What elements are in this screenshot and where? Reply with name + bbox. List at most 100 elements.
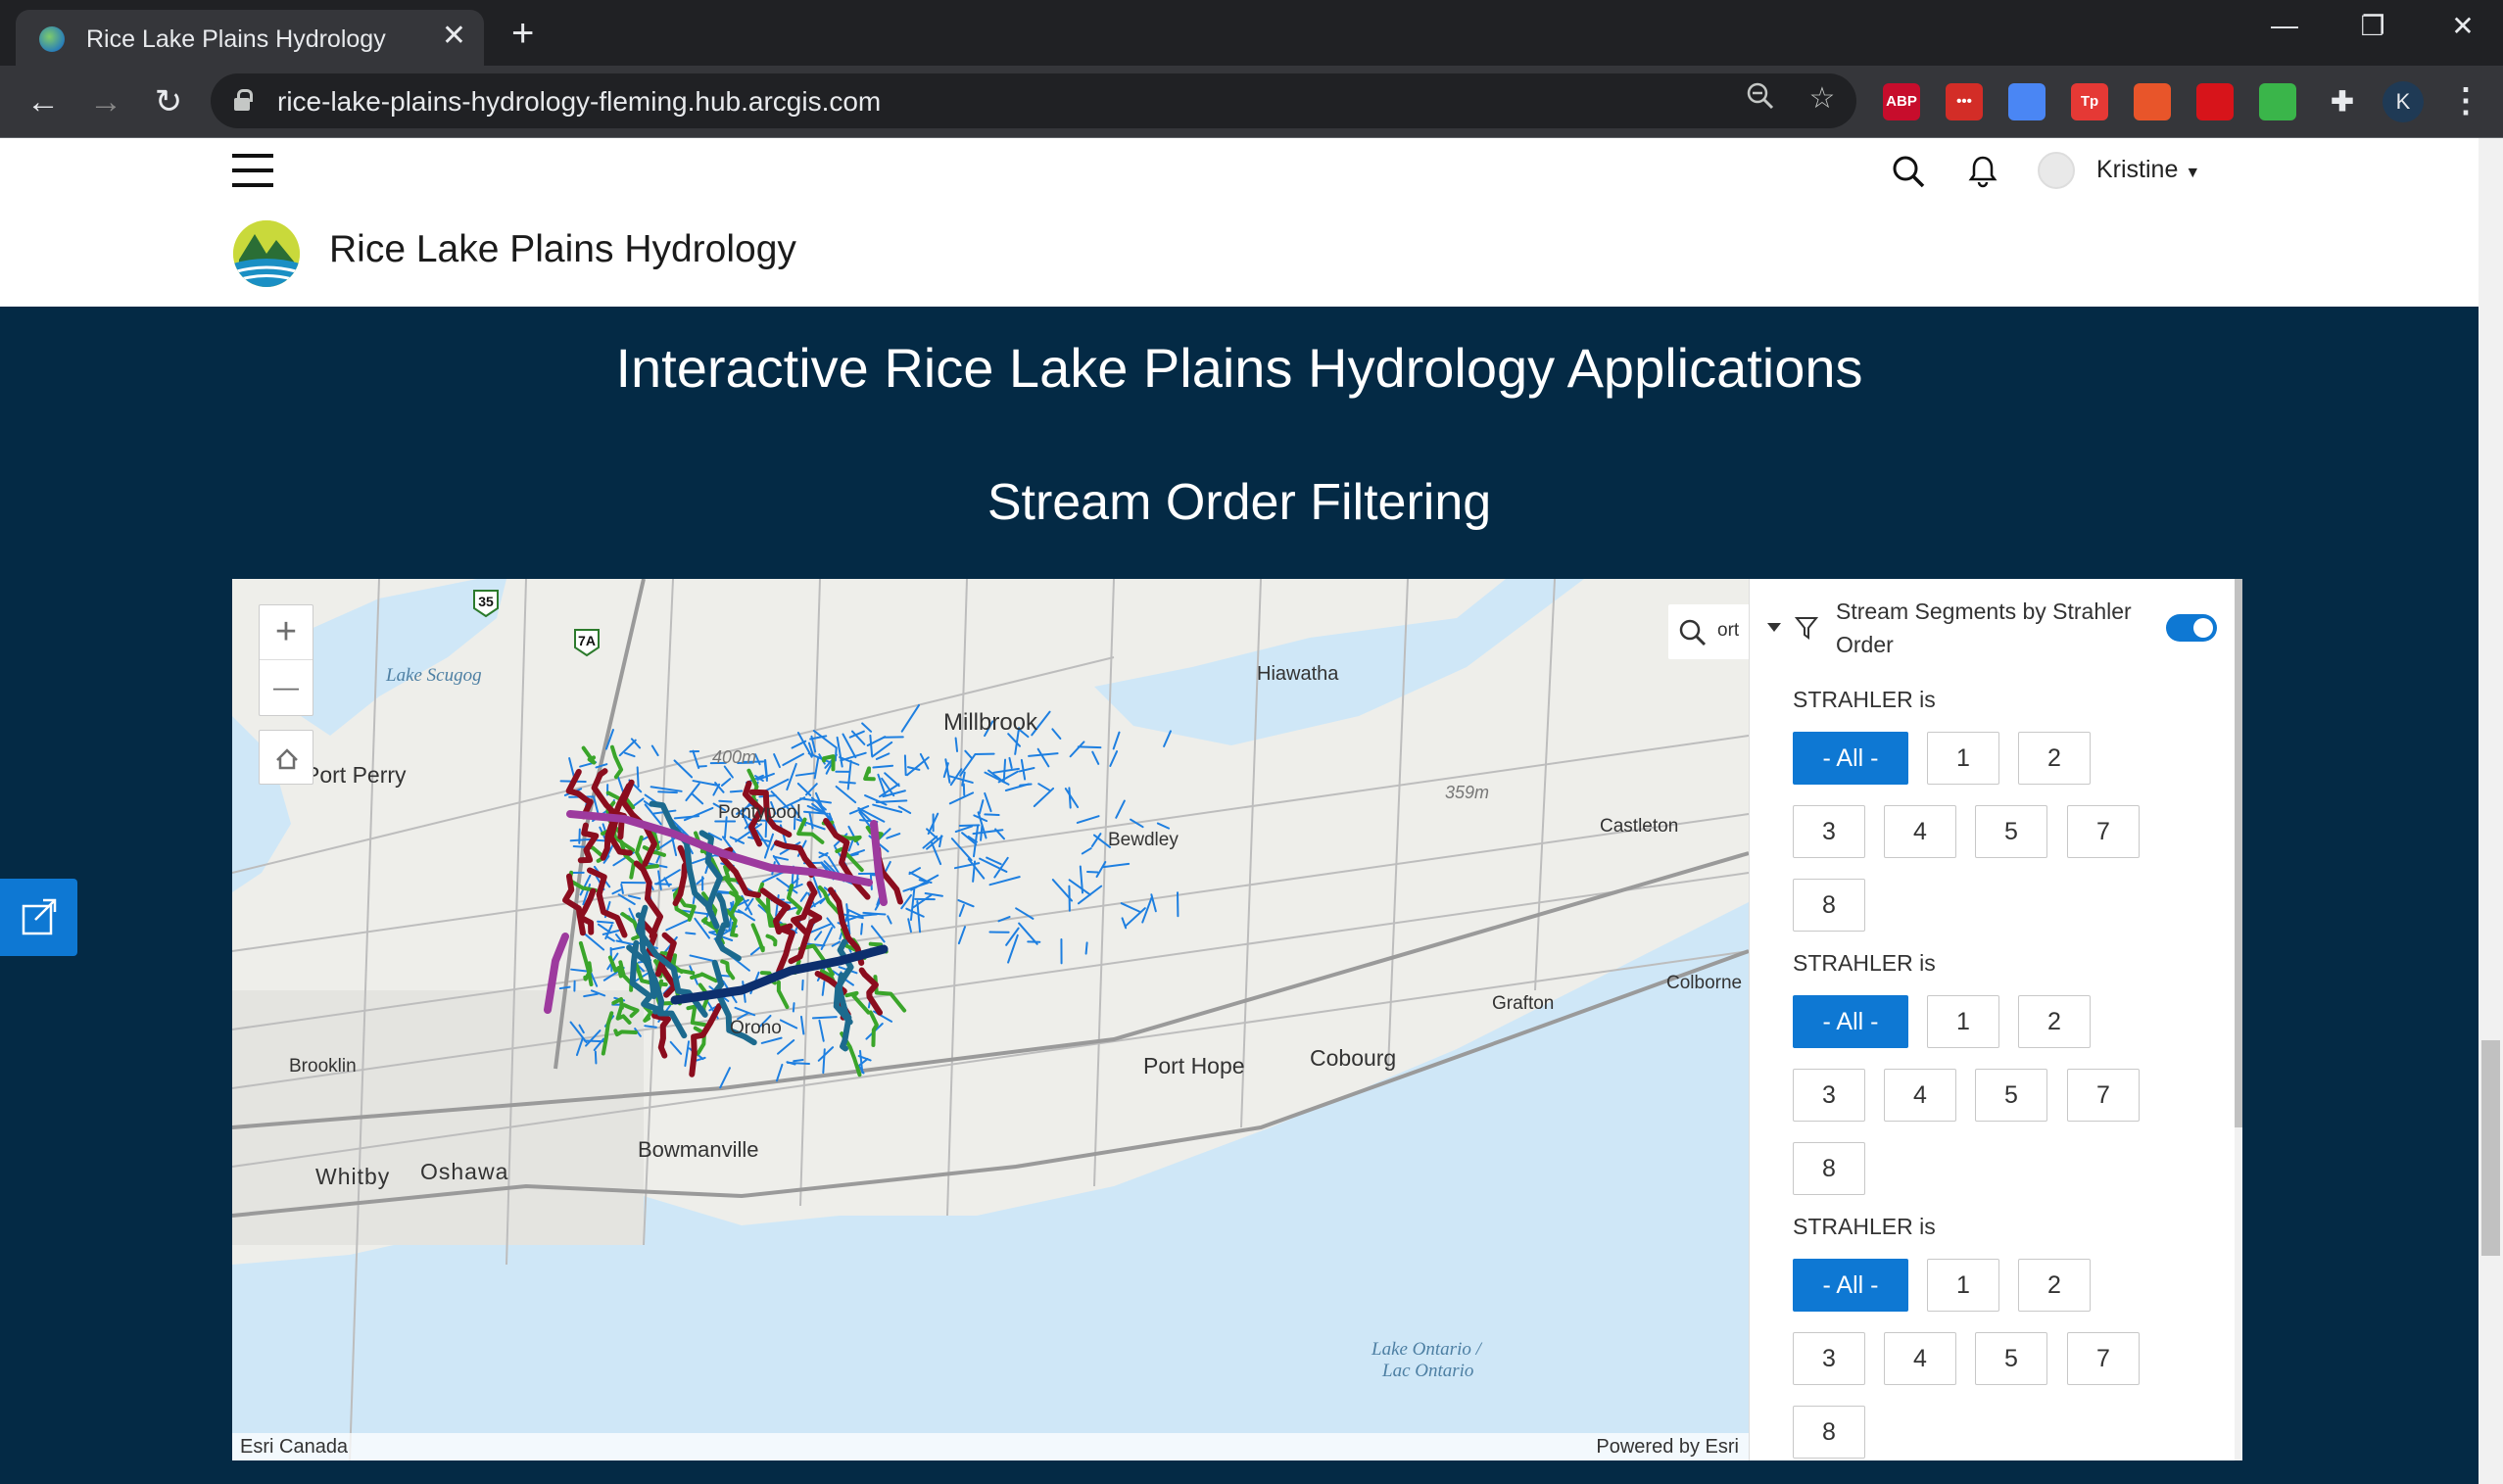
stream-order-1	[793, 1058, 804, 1063]
strahler-option-1[interactable]: 1	[1927, 1259, 1999, 1312]
green-ext-icon[interactable]	[2259, 83, 2296, 120]
map-label-millbrook: Millbrook	[943, 709, 1038, 736]
tp-icon[interactable]: Tp	[2071, 83, 2108, 120]
strahler-option-7[interactable]: 7	[2067, 805, 2140, 858]
strahler-option-7[interactable]: 7	[2067, 1069, 2140, 1122]
stream-order-1	[1156, 822, 1171, 830]
page-scrollbar-thumb[interactable]	[2481, 1040, 2500, 1256]
zoom-out-button[interactable]: —	[260, 660, 313, 715]
firefox-like-icon[interactable]	[2134, 83, 2171, 120]
home-button[interactable]	[259, 730, 313, 785]
strahler-option-4[interactable]: 4	[1884, 805, 1956, 858]
layer-toggle-switch[interactable]	[2166, 614, 2217, 642]
strahler-option-3[interactable]: 3	[1793, 1069, 1865, 1122]
zoom-out-magnifier-icon[interactable]	[1741, 81, 1780, 119]
site-title[interactable]: Rice Lake Plains Hydrology	[329, 228, 796, 271]
strahler-option-4[interactable]: 4	[1884, 1069, 1956, 1122]
map-view[interactable]: 35 7A Lake Scugog Millbrook Hiawatha Por…	[232, 579, 1749, 1460]
stream-order-1	[984, 813, 1000, 817]
adblock-plus-icon[interactable]: ABP	[1883, 83, 1920, 120]
highway-shield-7a: 7A	[574, 629, 600, 657]
puzzle-icon[interactable]: ✚	[2324, 83, 2361, 120]
back-arrow-icon[interactable]: ←	[22, 80, 65, 123]
hamburger-menu-icon[interactable]	[232, 154, 273, 187]
strahler-option-all[interactable]: - All -	[1793, 1259, 1908, 1312]
map-label-elev-359: 359m	[1445, 783, 1490, 802]
browser-tab[interactable]: Rice Lake Plains Hydrology ✕	[16, 10, 484, 66]
profile-avatar[interactable]: K	[2383, 81, 2424, 122]
strahler-option-2[interactable]: 2	[2018, 995, 2091, 1048]
stream-order-1	[597, 923, 612, 934]
strahler-option-3[interactable]: 3	[1793, 805, 1865, 858]
stream-order-1	[719, 1067, 731, 1089]
map-label-colborne: Colborne	[1666, 973, 1743, 993]
strahler-option-5[interactable]: 5	[1975, 805, 2047, 858]
bookmark-star-icon[interactable]: ☆	[1803, 81, 1842, 116]
new-tab-button[interactable]: +	[511, 14, 534, 53]
user-name: Kristine	[2096, 156, 2179, 183]
stream-order-1	[779, 1019, 798, 1029]
embedded-map-app: 35 7A Lake Scugog Millbrook Hiawatha Por…	[232, 579, 2242, 1460]
stream-order-1	[794, 772, 815, 777]
collapse-caret-icon[interactable]	[1767, 623, 1781, 632]
strahler-option-4[interactable]: 4	[1884, 1332, 1956, 1385]
stream-order-1	[954, 737, 959, 752]
strahler-option-all[interactable]: - All -	[1793, 995, 1908, 1048]
strahler-option-all[interactable]: - All -	[1793, 732, 1908, 785]
reload-icon[interactable]: ↻	[147, 80, 190, 123]
acrobat-icon[interactable]	[2196, 83, 2234, 120]
panel-scrollbar[interactable]	[2235, 579, 2242, 1460]
zoom-control: + —	[259, 604, 313, 716]
page-scrollbar[interactable]	[2479, 138, 2503, 1484]
address-bar[interactable]: rice-lake-plains-hydrology-fleming.hub.a…	[211, 73, 1856, 128]
stream-order-1	[818, 1019, 825, 1042]
restore-button[interactable]: ❐	[2353, 10, 2392, 42]
strahler-option-3[interactable]: 3	[1793, 1332, 1865, 1385]
strahler-option-2[interactable]: 2	[2018, 732, 2091, 785]
strahler-option-7[interactable]: 7	[2067, 1332, 2140, 1385]
close-window-button[interactable]: ✕	[2443, 10, 2482, 42]
user-avatar[interactable]	[2038, 152, 2075, 189]
map-label-grafton: Grafton	[1492, 993, 1555, 1014]
stream-order-1	[959, 753, 976, 777]
lastpass-icon[interactable]: •••	[1946, 83, 1983, 120]
strahler-option-1[interactable]: 1	[1927, 995, 1999, 1048]
stream-order-1	[627, 894, 642, 900]
stream-order-1	[1008, 756, 1013, 769]
zoom-in-button[interactable]: +	[260, 605, 313, 660]
stream-order-1	[620, 884, 624, 894]
strahler-option-8[interactable]: 8	[1793, 1142, 1865, 1195]
stream-order-1	[1068, 879, 1091, 896]
user-menu[interactable]: Kristine ▼	[2096, 156, 2200, 184]
strahler-option-1[interactable]: 1	[1927, 732, 1999, 785]
strahler-option-5[interactable]: 5	[1975, 1332, 2047, 1385]
strahler-option-5[interactable]: 5	[1975, 1069, 2047, 1122]
attribution-powered-by-esri[interactable]: Powered by Esri	[1596, 1436, 1739, 1459]
panel-scrollbar-thumb[interactable]	[2235, 579, 2242, 1127]
map-label-lake-ontario-fr: Lac Ontario	[1382, 1361, 1474, 1381]
map-label-brooklin: Brooklin	[289, 1056, 357, 1077]
browser-menu-icon[interactable]: ⋮	[2449, 79, 2482, 122]
stream-order-1	[884, 772, 900, 788]
minimize-button[interactable]: —	[2265, 10, 2304, 41]
site-logo[interactable]	[233, 220, 300, 287]
stream-order-1	[593, 796, 600, 816]
stream-order-1	[964, 749, 974, 760]
map-label-whitby: Whitby	[315, 1164, 391, 1189]
stream-order-1	[665, 919, 690, 932]
rice-lake	[1094, 579, 1584, 745]
map-search-widget[interactable]: ort	[1668, 604, 1749, 659]
filter-label: STRAHLER is	[1793, 687, 1936, 712]
strahler-option-8[interactable]: 8	[1793, 879, 1865, 932]
stream-order-1	[907, 918, 912, 933]
stream-order-1	[569, 838, 593, 842]
close-tab-icon[interactable]: ✕	[442, 22, 466, 51]
share-button[interactable]	[0, 879, 77, 956]
search-icon[interactable]	[1889, 152, 1928, 191]
stream-order-1	[644, 1025, 657, 1029]
forward-arrow-icon[interactable]: →	[84, 80, 127, 123]
notifications-bell-icon[interactable]	[1963, 152, 2002, 191]
docs-icon[interactable]	[2008, 83, 2046, 120]
strahler-option-2[interactable]: 2	[2018, 1259, 2091, 1312]
strahler-option-8[interactable]: 8	[1793, 1406, 1865, 1459]
